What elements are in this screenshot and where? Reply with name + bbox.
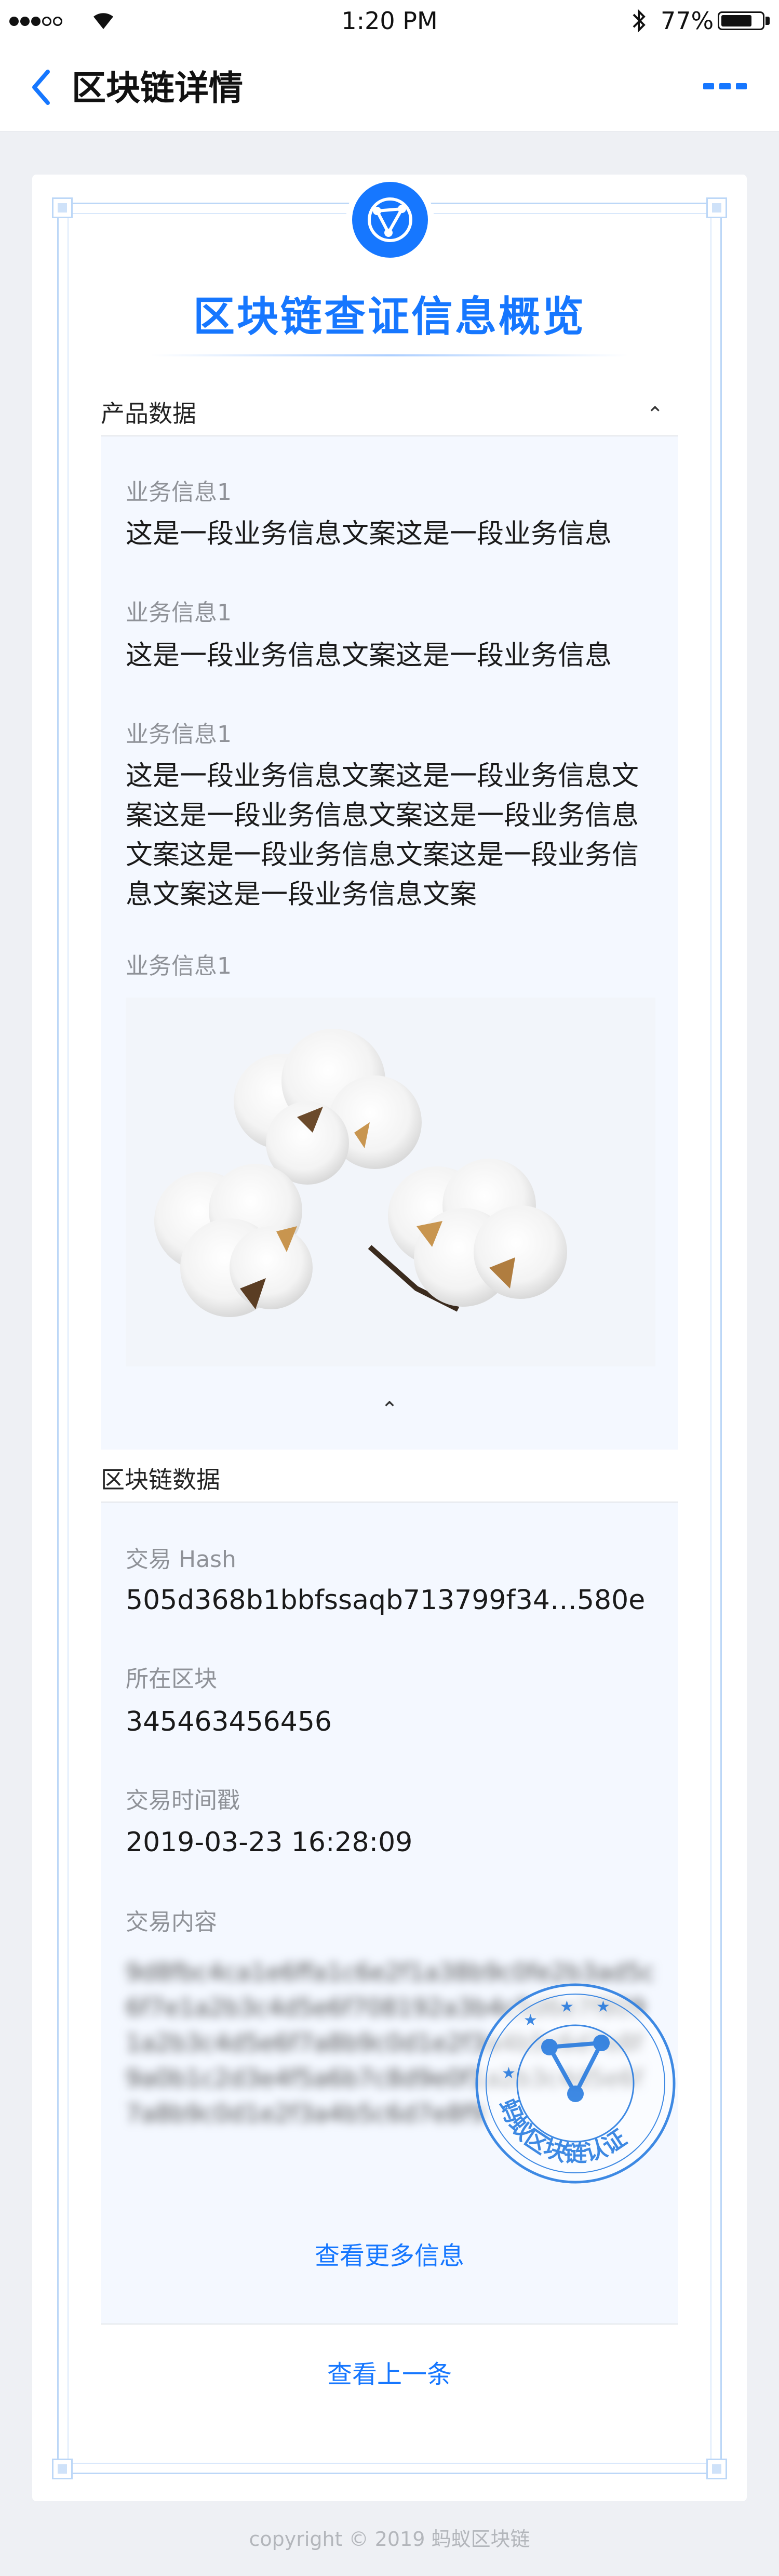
more-icon[interactable] xyxy=(703,83,747,94)
card-title: 区块链查证信息概览 xyxy=(193,293,586,341)
hash-value: 505d368b1bbfssaqb713799f34…580e xyxy=(126,1585,646,1616)
battery-icon xyxy=(718,11,764,30)
battery-percent: 77% xyxy=(661,7,714,35)
chain-data-panel: 交易 Hash 505d368b1bbfssaqb713799f34…580e … xyxy=(101,1503,678,2323)
field-value: 这是一段业务信息文案这是一段业务信息 xyxy=(126,640,612,671)
chain-section-header: 区块链数据 xyxy=(101,1460,678,1503)
frame-corner xyxy=(706,2459,727,2479)
field-label: 业务信息1 xyxy=(126,600,232,626)
product-section-header[interactable]: 产品数据 ⌃ xyxy=(101,394,678,436)
copyright-footer: copyright © 2019 蚂蚁区块链 xyxy=(249,2528,530,2551)
battery-cap xyxy=(765,17,770,25)
title-underline xyxy=(151,354,628,356)
product-image xyxy=(126,998,655,1366)
back-icon[interactable] xyxy=(30,69,51,106)
product-data-panel: 业务信息1 这是一段业务信息文案这是一段业务信息 业务信息1 这是一段业务信息文… xyxy=(101,436,678,1450)
timestamp-label: 交易时间戳 xyxy=(126,1787,240,1814)
view-previous-link[interactable]: 查看上一条 xyxy=(0,2359,779,2390)
frame-corner xyxy=(52,197,73,218)
status-bar: 1:20 PM 77% xyxy=(0,0,779,43)
field-label: 业务信息1 xyxy=(126,721,232,748)
svg-text:★: ★ xyxy=(502,2064,516,2082)
view-more-link[interactable]: 查看更多信息 xyxy=(0,2240,779,2272)
divider xyxy=(101,2323,678,2325)
frame-corner xyxy=(706,197,727,218)
svg-text:★: ★ xyxy=(523,2011,538,2029)
content-label: 交易内容 xyxy=(126,1909,217,1935)
field-value: 这是一段业务信息文案这是一段业务信息 xyxy=(126,519,612,550)
collapse-caret-icon[interactable]: ⌃ xyxy=(101,1398,678,1422)
frame-corner xyxy=(52,2459,73,2479)
bluetooth-icon xyxy=(633,9,646,33)
product-section-title: 产品数据 xyxy=(101,400,196,428)
chain-section-title: 区块链数据 xyxy=(101,1466,220,1494)
timestamp-value: 2019-03-23 16:28:09 xyxy=(126,1827,413,1858)
field-value: 这是一段业务信息文案这是一段业务信息文案这是一段业务信息文案这是一段业务信息文案… xyxy=(126,761,639,910)
blockchain-badge-icon xyxy=(352,182,428,258)
block-value: 345463456456 xyxy=(126,1706,332,1737)
collapse-caret-icon[interactable]: ⌃ xyxy=(646,404,664,425)
block-label: 所在区块 xyxy=(126,1666,217,1692)
field-label: 业务信息1 xyxy=(126,953,232,979)
svg-text:★: ★ xyxy=(560,1998,574,2016)
nav-bar: 区块链详情 xyxy=(0,43,779,131)
certification-stamp-icon: 蚂蚁区块链认证 ★ ★ ★ ★ xyxy=(475,1983,676,2184)
hash-label: 交易 Hash xyxy=(126,1546,236,1573)
field-label: 业务信息1 xyxy=(126,479,232,506)
svg-text:★: ★ xyxy=(596,1998,610,2016)
page-title: 区块链详情 xyxy=(72,68,243,108)
